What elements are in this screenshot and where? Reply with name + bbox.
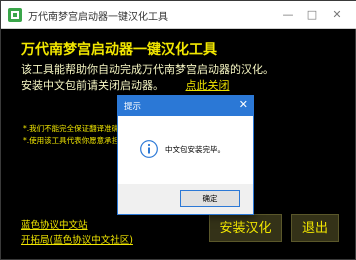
description-line-1: 该工具能帮助你自动完成万代南梦宫启动器的汉化。 [21,63,274,76]
title-bar: 万代南梦宫启动器一键汉化工具 — □ ✕ [1,1,356,29]
dialog-title: 提示 [124,102,142,112]
description-text: 安装中文包前请关闭启动器。 [21,79,164,92]
maximize-button[interactable]: □ [303,6,321,24]
page-heading: 万代南梦宫启动器一键汉化工具 [21,42,217,58]
launcher-window: 万代南梦宫启动器一键汉化工具 — □ ✕ 万代南梦宫启动器一键汉化工具 该工具能… [0,0,356,260]
dialog-message: 中文包安装完毕。 [165,145,225,154]
install-button[interactable]: 安装汉化 [209,214,282,242]
window-title: 万代南梦宫启动器一键汉化工具 [28,12,168,23]
blue-protocol-site-link[interactable]: 蓝色协议中文站 [21,217,88,231]
minimize-button[interactable]: — [279,6,297,24]
info-dialog: 提示 ✕ 中文包安装完毕。 确定 [117,95,254,215]
dialog-body: 中文包安装完毕。 [118,116,253,184]
exit-button[interactable]: 退出 [291,214,339,242]
close-button[interactable]: ✕ [328,6,346,24]
description-line-2: 安装中文包前请关闭启动器。 点此关闭 [21,77,230,93]
app-icon [8,8,22,22]
info-icon [140,140,158,158]
dialog-title-bar: 提示 ✕ [118,96,253,116]
disclaimer-note-1: *.我们不能完全保证翻译准确 [23,124,120,133]
community-link[interactable]: 开拓局(蓝色协议中文社区) [21,232,133,246]
ok-button[interactable]: 确定 [180,190,240,207]
dialog-close-button[interactable]: ✕ [239,98,248,111]
close-launcher-link[interactable]: 点此关闭 [186,79,230,92]
